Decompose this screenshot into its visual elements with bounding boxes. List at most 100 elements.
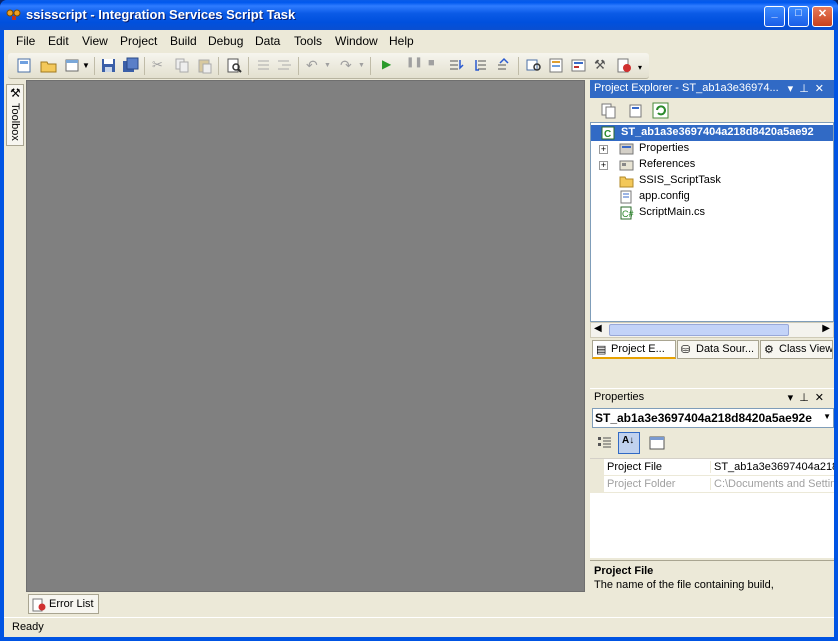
project-icon: C — [601, 126, 615, 140]
folder-icon — [619, 176, 634, 188]
find-icon[interactable] — [226, 57, 243, 74]
menu-bar: File Edit View Project Build Debug Data … — [4, 30, 834, 52]
redo-icon[interactable]: ↷ — [340, 57, 357, 74]
undo-dropdown-icon[interactable]: ▼ — [324, 62, 341, 79]
menu-data[interactable]: Data — [255, 34, 280, 48]
horizontal-scrollbar[interactable]: ◀ ▶ — [590, 322, 834, 338]
row-gutter — [590, 459, 604, 475]
toolbar-options-icon[interactable]: ▾ — [638, 63, 655, 80]
properties-icon[interactable] — [570, 57, 587, 74]
app-icon — [6, 9, 21, 20]
refresh-icon[interactable] — [652, 102, 669, 119]
project-explorer-header[interactable]: Project Explorer - ST_ab1a3e36974... ▾⊥✕ — [590, 80, 834, 98]
data-sources-icon: ⛁ — [681, 344, 691, 356]
minimize-button[interactable]: _ — [764, 6, 785, 27]
maximize-button[interactable]: □ — [788, 6, 809, 27]
solution-explorer-icon[interactable] — [548, 57, 565, 74]
scrollbar-thumb[interactable] — [609, 324, 789, 336]
toolbar-separator — [144, 57, 145, 75]
error-list-icon[interactable] — [616, 57, 633, 74]
find-in-files-icon[interactable] — [526, 57, 543, 74]
main-window: ssisscript - Integration Services Script… — [0, 0, 838, 641]
scroll-right-icon[interactable]: ▶ — [822, 323, 830, 334]
step-over-icon[interactable] — [472, 57, 489, 74]
tab-label: Data Sour... — [696, 343, 755, 355]
show-all-files-icon[interactable] — [600, 102, 617, 119]
property-row[interactable]: Project Folder C:\Documents and Settings — [590, 476, 834, 493]
save-icon[interactable] — [100, 57, 117, 74]
tab-error-list[interactable]: Error List — [28, 594, 99, 614]
toolbar-separator — [248, 57, 249, 75]
pause-icon[interactable]: ❚❚ — [406, 57, 423, 74]
dropdown-arrow-icon[interactable]: ▼ — [82, 61, 99, 78]
save-all-icon[interactable] — [122, 57, 139, 74]
tab-label: Project E... — [611, 343, 665, 355]
tree-item-label: References — [639, 158, 696, 170]
tab-class-view[interactable]: ⚙ Class View — [760, 340, 833, 359]
start-icon[interactable]: ▶ — [382, 57, 399, 74]
undo-icon[interactable]: ↶ — [306, 57, 323, 74]
stop-icon[interactable]: ■ — [428, 57, 445, 74]
add-item-icon[interactable] — [16, 57, 33, 74]
menu-help[interactable]: Help — [389, 34, 414, 48]
menu-view[interactable]: View — [82, 34, 108, 48]
menu-build[interactable]: Build — [170, 34, 197, 48]
menu-file[interactable]: File — [16, 34, 35, 48]
alphabetical-button[interactable]: A↓ — [618, 432, 640, 454]
toolbar-separator — [370, 57, 371, 75]
toolbox-tab[interactable]: ⚒ Toolbox — [6, 84, 24, 146]
close-icon[interactable]: ✕ — [815, 83, 830, 95]
step-into-icon[interactable] — [448, 57, 465, 74]
dropdown-icon[interactable]: ▾ — [788, 83, 800, 95]
svg-text:C#: C# — [622, 209, 634, 219]
open-icon[interactable] — [40, 57, 57, 74]
paste-icon[interactable] — [196, 57, 213, 74]
menu-window[interactable]: Window — [335, 34, 378, 48]
explorer-tabs: ▤ Project E... ⛁ Data Sour... ⚙ Class Vi… — [590, 338, 834, 360]
outdent-icon[interactable] — [276, 57, 293, 74]
toolbar-separator — [518, 57, 519, 75]
tab-label: Class View — [779, 343, 833, 355]
scroll-left-icon[interactable]: ◀ — [594, 323, 602, 334]
pin-icon[interactable]: ⊥ — [799, 83, 815, 95]
redo-dropdown-icon[interactable]: ▼ — [358, 62, 375, 79]
menu-debug[interactable]: Debug — [208, 34, 243, 48]
properties-title: Properties — [594, 391, 645, 403]
close-button[interactable]: ✕ — [812, 6, 833, 27]
indent-icon[interactable] — [254, 57, 271, 74]
toolbox-icon: ⚒ — [10, 86, 21, 100]
menu-project[interactable]: Project — [120, 34, 157, 48]
toolbox-icon[interactable]: ⚒ — [594, 57, 611, 74]
document-area[interactable] — [26, 80, 585, 592]
svg-text:C: C — [604, 129, 611, 140]
categorized-icon[interactable] — [596, 434, 614, 452]
chevron-down-icon[interactable]: ▼ — [823, 412, 831, 421]
title-bar[interactable]: ssisscript - Integration Services Script… — [0, 0, 838, 30]
tree-item-label: Properties — [639, 142, 690, 154]
expand-icon[interactable]: + — [599, 145, 608, 154]
properties-icon[interactable] — [628, 102, 645, 119]
dropdown-icon[interactable]: ▾ — [788, 392, 800, 404]
close-icon[interactable]: ✕ — [815, 392, 830, 404]
project-tree: C ST_ab1a3e3697404a218d8420a5ae92 + Prop… — [590, 122, 834, 322]
standard-toolbar: ▼ ✂ ↶ ▼ ↷ ▼ ▶ ❚❚ ■ ⚒ ▾ — [8, 53, 649, 79]
menu-edit[interactable]: Edit — [48, 34, 69, 48]
property-row[interactable]: Project File ST_ab1a3e3697404a218d8420a5… — [590, 459, 834, 476]
cut-icon[interactable]: ✂ — [152, 57, 169, 74]
menu-tools[interactable]: Tools — [294, 34, 322, 48]
object-selector[interactable]: ST_ab1a3e3697404a218d8420a5ae92e ▼ — [592, 408, 834, 428]
property-pages-icon[interactable] — [648, 434, 666, 452]
tree-item-label: ScriptMain.cs — [639, 206, 706, 218]
step-out-icon[interactable] — [496, 57, 513, 74]
toolbar-separator — [298, 57, 299, 75]
tab-data-sources[interactable]: ⛁ Data Sour... — [677, 340, 759, 359]
properties-header[interactable]: Properties ▾⊥✕ — [590, 388, 834, 406]
expand-icon[interactable]: + — [599, 161, 608, 170]
tab-project-explorer[interactable]: ▤ Project E... — [592, 340, 676, 359]
description-title: Project File — [594, 565, 654, 577]
tree-root[interactable]: C ST_ab1a3e3697404a218d8420a5ae92 — [591, 125, 833, 141]
add-new-item-icon[interactable] — [64, 57, 81, 74]
tree-item-label: app.config — [639, 190, 690, 202]
pin-icon[interactable]: ⊥ — [799, 392, 815, 404]
copy-icon[interactable] — [174, 57, 191, 74]
